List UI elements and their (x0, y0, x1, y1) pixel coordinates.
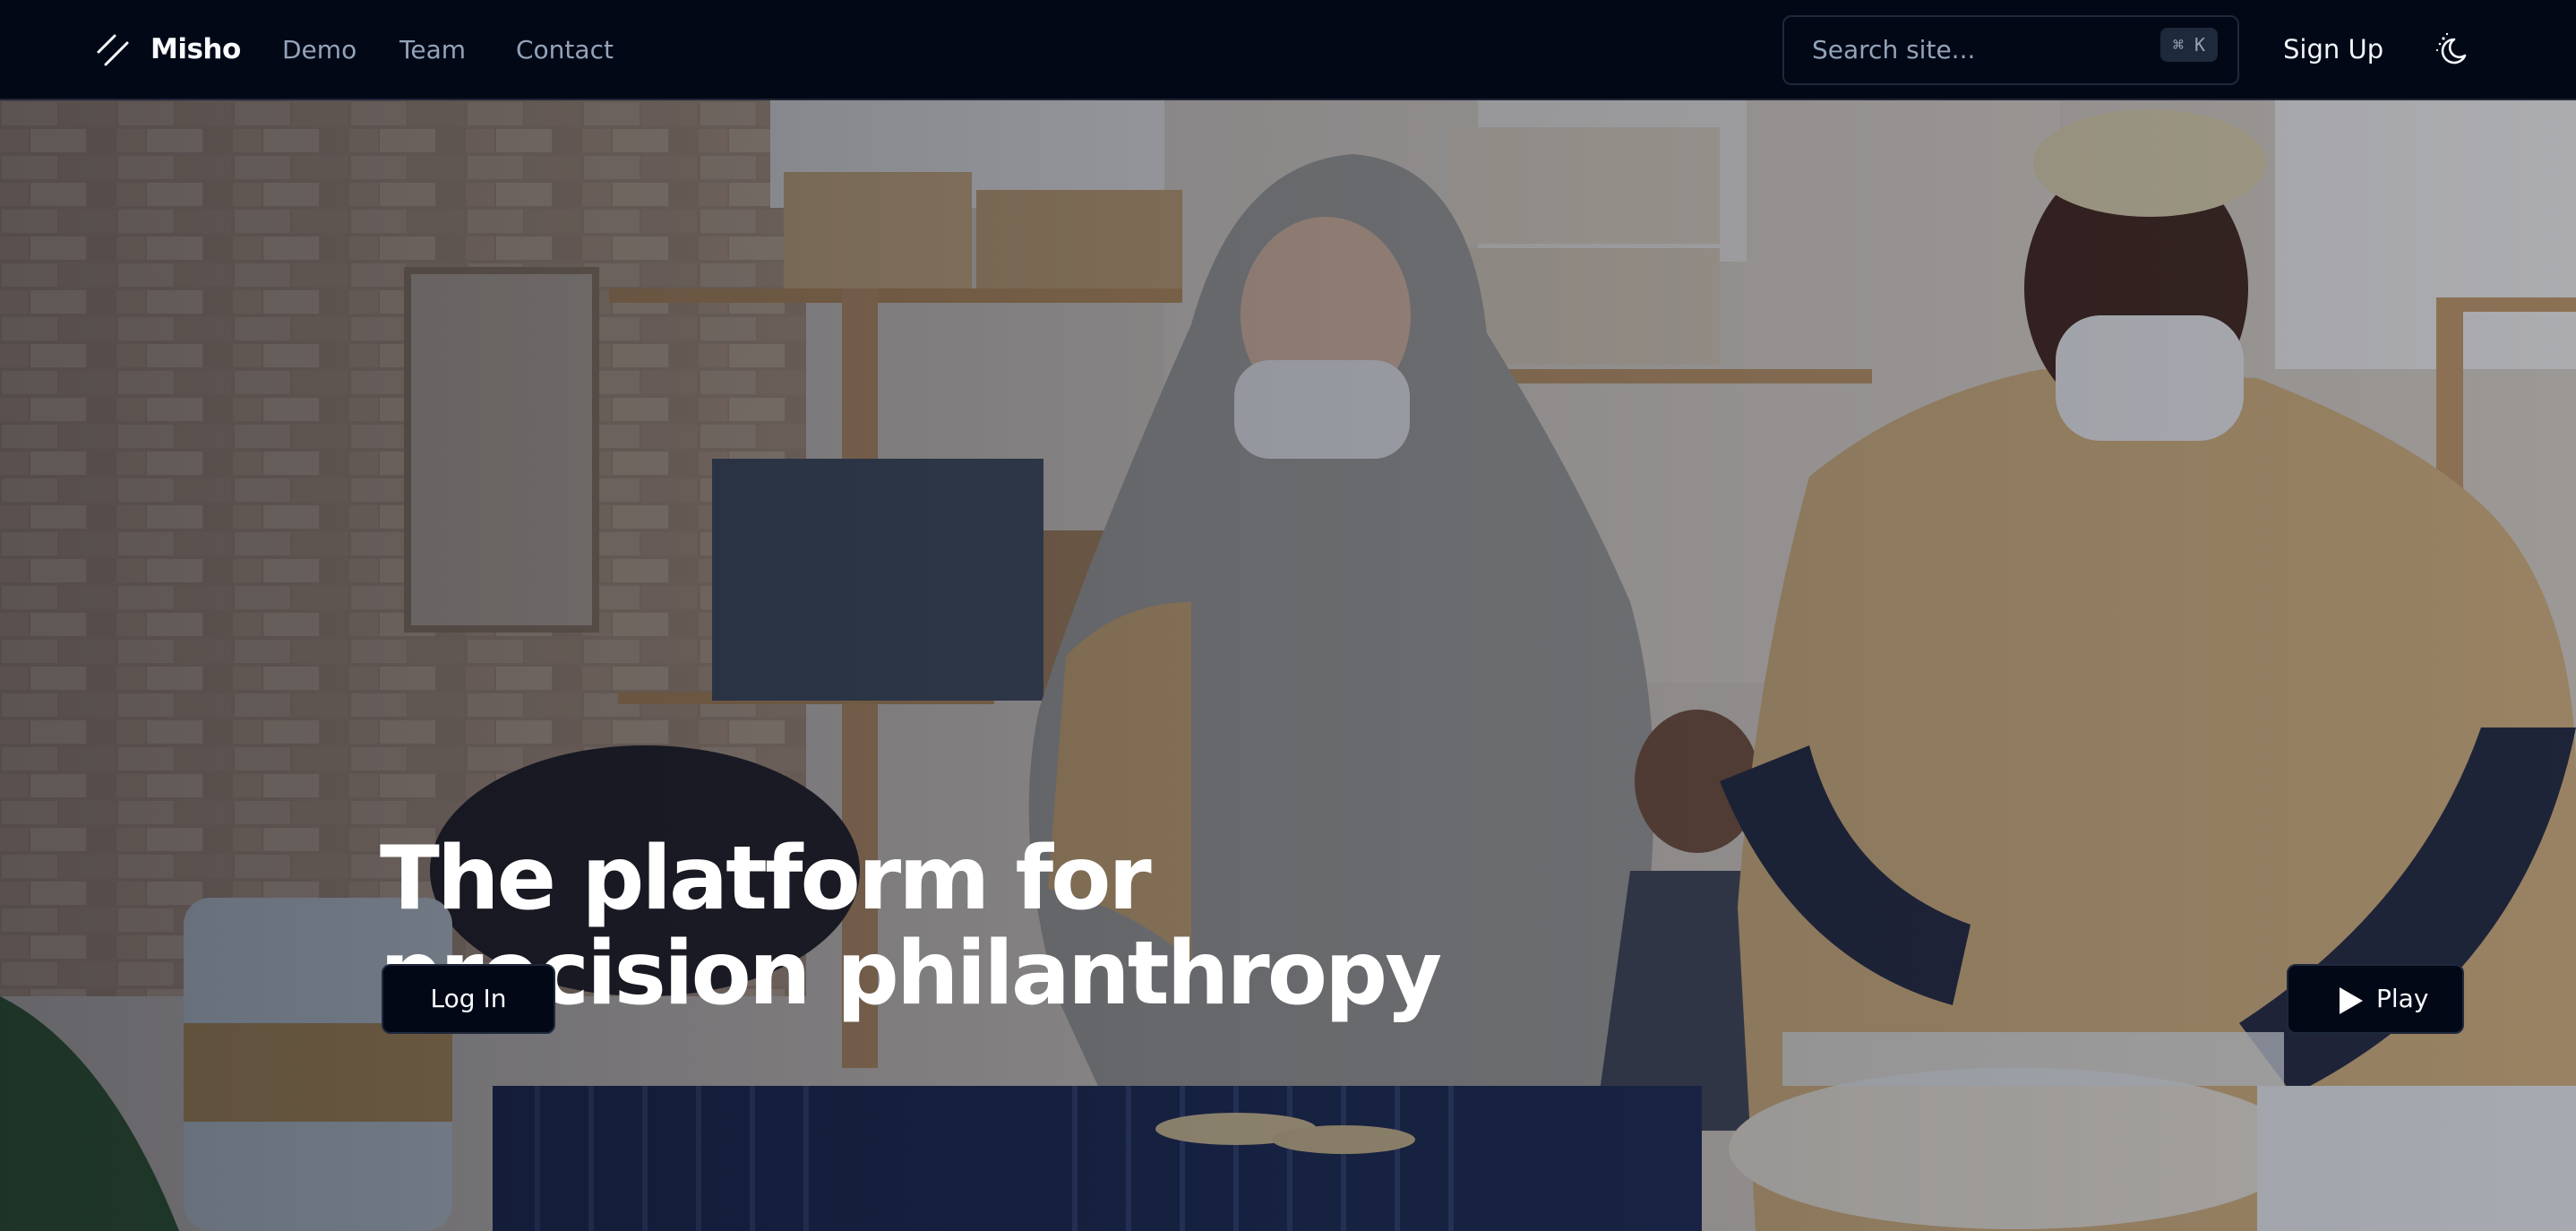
hero-headline: The platform for precision philanthropy (380, 831, 1634, 1021)
slash-logo-icon[interactable] (95, 32, 131, 68)
nav-link-team[interactable]: Team (399, 32, 466, 68)
moon-stars-icon[interactable] (2433, 30, 2472, 70)
search-shortcut-badge: ⌘ K (2160, 28, 2218, 62)
top-navbar: Misho Demo Team Contact Search site... ⌘… (0, 0, 2576, 100)
hero-dark-overlay (0, 100, 2576, 1231)
play-button-label: Play (2376, 984, 2429, 1013)
play-button[interactable]: Play (2287, 964, 2464, 1034)
log-in-button[interactable]: Log In (382, 964, 555, 1034)
hero-headline-line-1: The platform for (380, 828, 1152, 930)
nav-link-demo[interactable]: Demo (282, 32, 356, 68)
play-icon (2340, 987, 2363, 1014)
nav-link-contact[interactable]: Contact (516, 32, 614, 68)
hero-section: The platform for precision philanthropy … (0, 100, 2576, 1231)
brand-name[interactable]: Misho (150, 30, 241, 68)
sign-up-link[interactable]: Sign Up (2283, 30, 2383, 68)
search-placeholder: Search site... (1812, 35, 1976, 65)
search-input[interactable]: Search site... ⌘ K (1782, 15, 2239, 85)
hero-headline-line-2: precision philanthropy (380, 923, 1442, 1025)
